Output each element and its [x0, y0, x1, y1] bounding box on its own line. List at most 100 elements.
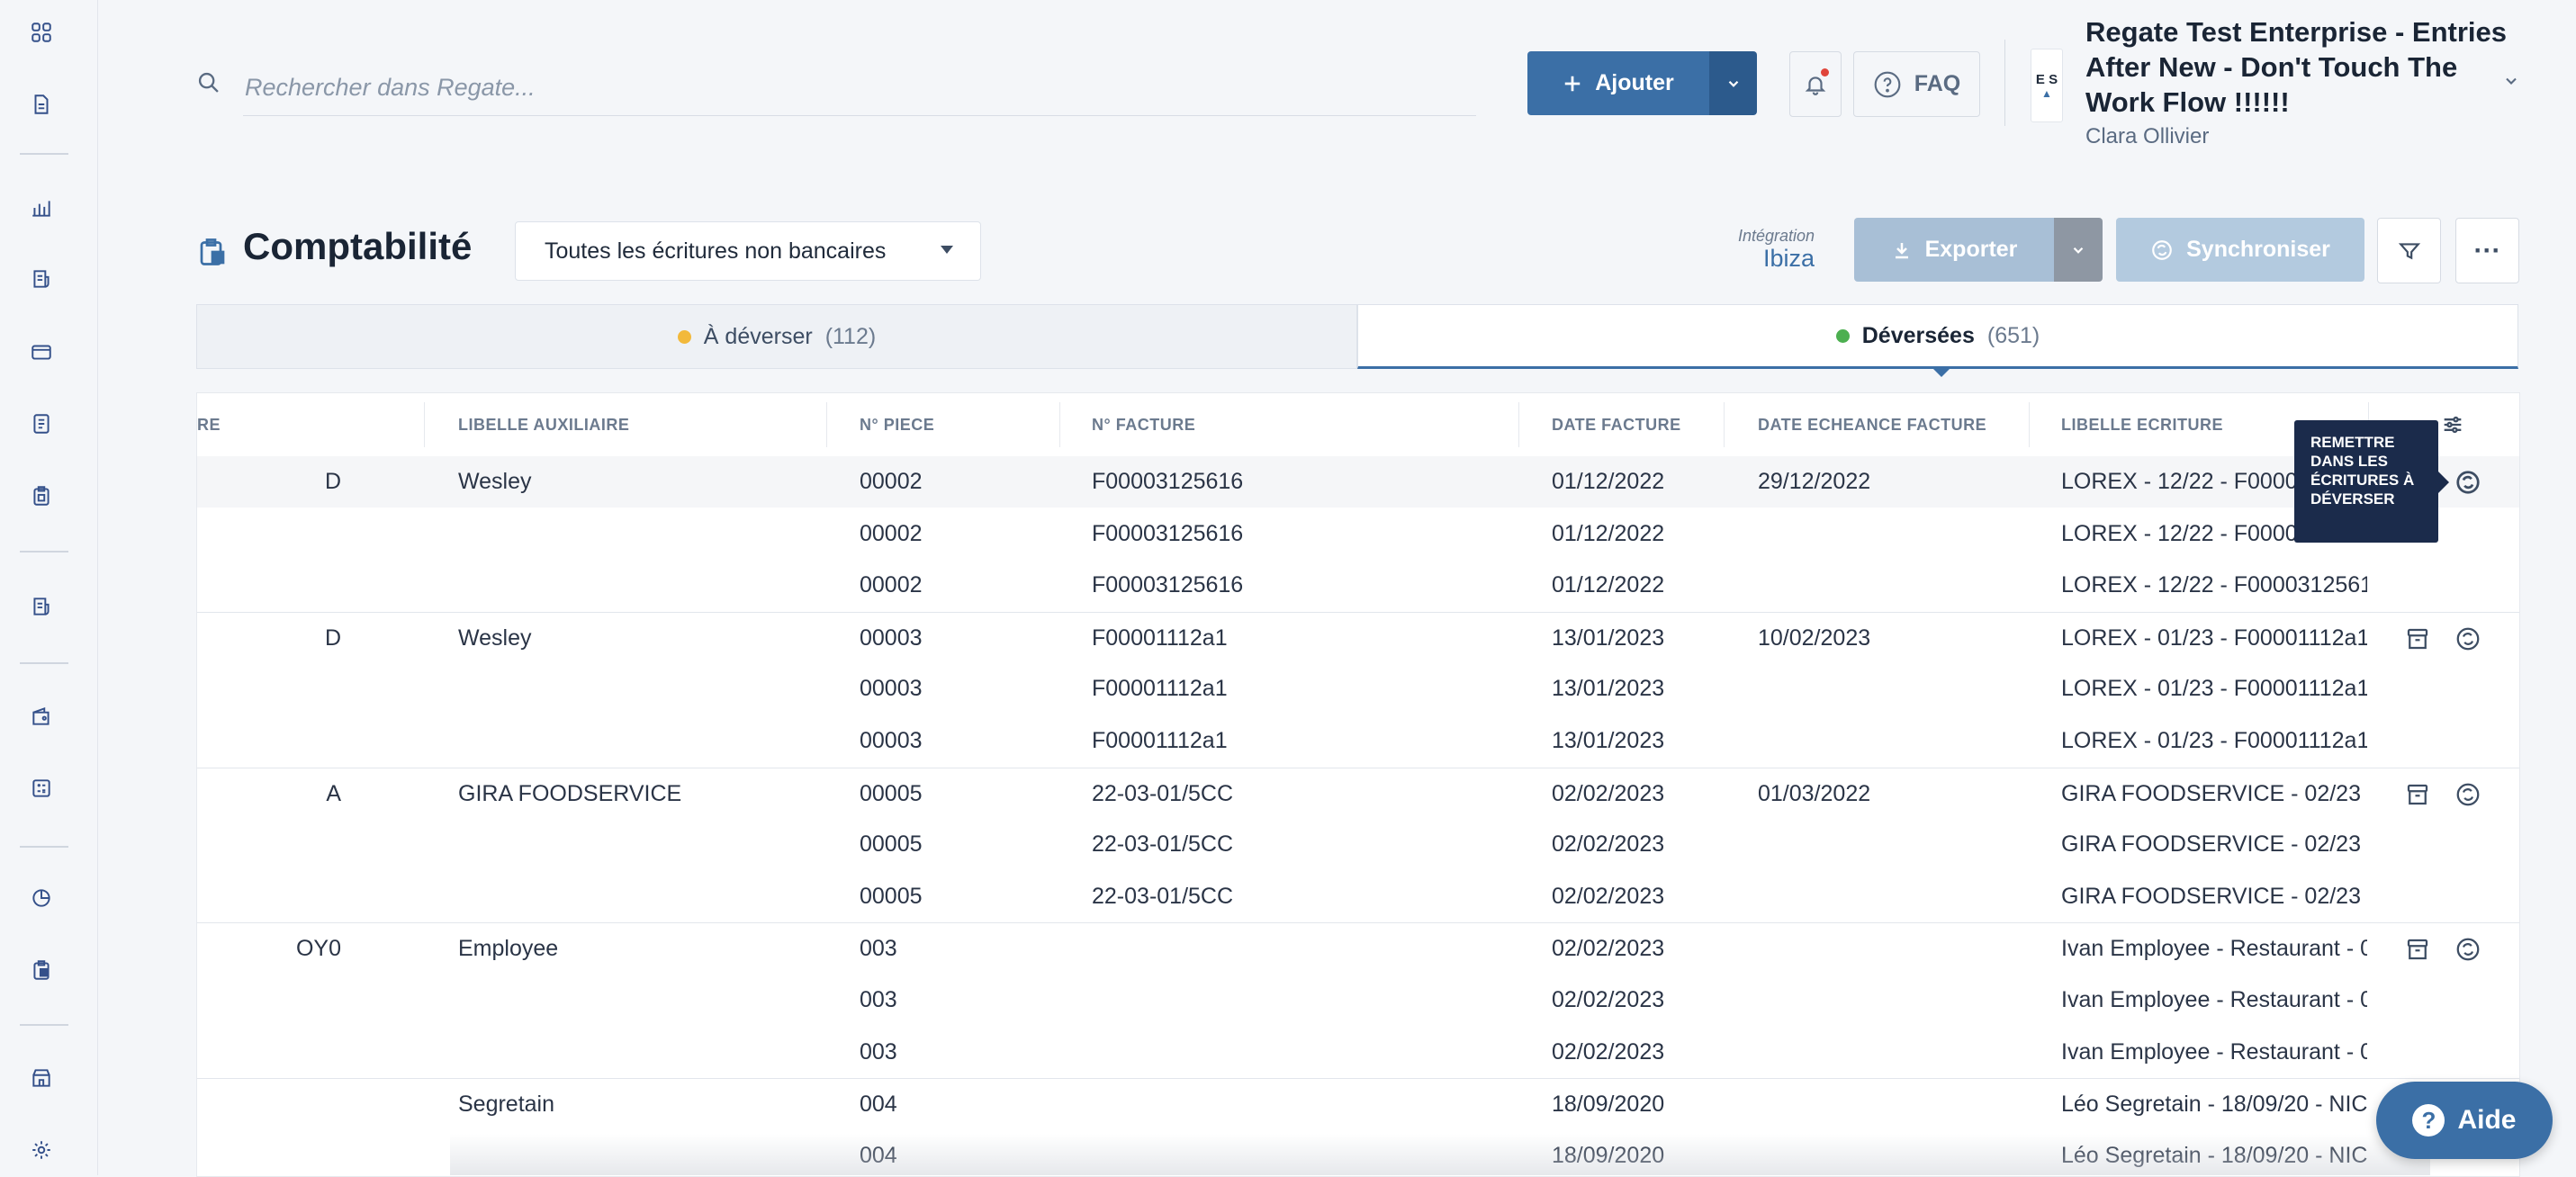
archive-icon[interactable] [2404, 936, 2431, 963]
undo-sync-icon[interactable] [2454, 936, 2481, 963]
status-dot-pending [677, 329, 691, 344]
column-header[interactable]: RE [197, 393, 314, 456]
cell-entry-label: GIRA FOODSERVICE - 02/23 - 22-03-01/5CC [2061, 883, 2367, 909]
undo-tooltip: Remettre dans les écritures à déverser [2294, 420, 2438, 543]
column-header[interactable]: N° FACTURE [1092, 393, 1195, 456]
cell-auxiliary-label [458, 508, 836, 560]
column-header[interactable]: N° PIECE [860, 393, 934, 456]
bar-chart-icon[interactable] [27, 193, 56, 222]
status-dot-done [1835, 328, 1850, 343]
tab-label: À déverser [703, 323, 813, 349]
cell-piece-number: 00003 [860, 624, 923, 651]
cell-invoice-number [1092, 1079, 1506, 1130]
cell-due-date [1758, 508, 2028, 560]
table-row[interactable]: 00005 22-03-01/5CC 02/02/2023 GIRA FOODSERV… [197, 871, 2519, 922]
logo-mark-icon: ▲ [2041, 86, 2052, 100]
cell-entry-label: LOREX - 01/23 - F00001112a1 [2061, 624, 2367, 651]
settings-icon[interactable] [27, 1136, 56, 1164]
cell-entry-label: LOREX - 01/23 - F00001112a1 [2061, 676, 2367, 702]
notifications-button[interactable] [1789, 51, 1842, 117]
cell-piece-number: 004 [860, 1092, 897, 1118]
active-tab-pointer [1933, 369, 1950, 377]
accounting-icon[interactable] [27, 481, 56, 510]
more-options-button[interactable]: ··· [2455, 218, 2519, 283]
page-title: Comptabilité [243, 225, 473, 267]
table-row[interactable]: 00002 F00003125616 01/12/2022 LOREX - 12/22… [197, 508, 2519, 560]
pie-chart-icon[interactable] [27, 884, 56, 912]
archive-icon[interactable] [2404, 625, 2431, 652]
archive-icon[interactable] [2404, 781, 2431, 808]
undo-sync-icon[interactable] [2454, 625, 2481, 652]
faq-button[interactable]: FAQ [1853, 51, 1980, 117]
cell-due-date [1758, 819, 2028, 870]
calculator-icon[interactable] [27, 774, 56, 803]
table-row[interactable]: 00002 F00003125616 01/12/2022 LOREX - 12/22… [197, 560, 2519, 611]
cell-due-date [1758, 1079, 2028, 1130]
table-row[interactable]: D Wesley 00003 F00001112a1 13/01/2023 10/02/2… [197, 611, 2519, 664]
tab-a-deverser[interactable]: À déverser (112) [196, 304, 1357, 369]
help-button[interactable]: ? Aide [2376, 1082, 2553, 1159]
cell-due-date [1758, 923, 2028, 975]
dashboard-icon[interactable] [27, 18, 56, 47]
column-header[interactable]: LIBELLE ECRITURE [2061, 393, 2223, 456]
tooltip-arrow [2438, 472, 2449, 493]
filter-select-value: Toutes les écritures non bancaires [545, 238, 887, 264]
table-row[interactable]: A GIRA FOODSERVICE 00005 22-03-01/5CC 02/02/… [197, 767, 2519, 820]
column-divider [1518, 402, 1519, 447]
document-icon[interactable] [27, 90, 56, 119]
sidebar-divider [20, 846, 68, 848]
cell-invoice-number [1092, 975, 1506, 1026]
search-input[interactable] [243, 59, 1476, 116]
column-header[interactable]: DATE ECHEANCE FACTURE [1758, 393, 1986, 456]
tab-deversees[interactable]: Déversées (651) [1357, 304, 2518, 369]
undo-sync-icon[interactable] [2454, 469, 2481, 496]
accounting-active-icon[interactable] [27, 956, 56, 984]
ledger-icon[interactable] [27, 409, 56, 438]
cell-invoice-number [1092, 923, 1506, 975]
add-dropdown-button[interactable] [1709, 51, 1757, 115]
sidebar-divider [20, 1024, 68, 1026]
cell-invoice-date: 01/12/2022 [1552, 572, 1665, 598]
cell-account [197, 1027, 341, 1078]
cell-piece-number: 00005 [860, 883, 923, 909]
sidebar [0, 0, 98, 1175]
cell-invoice-number: F00001112a1 [1092, 676, 1228, 702]
cell-auxiliary-label: Segretain [458, 1092, 555, 1118]
integration-value[interactable]: Ibiza [1710, 245, 1815, 273]
card-icon[interactable] [27, 337, 56, 366]
add-button[interactable]: Ajouter [1527, 51, 1709, 115]
column-divider [1724, 402, 1725, 447]
wallet-icon[interactable] [27, 702, 56, 731]
cell-auxiliary-label [458, 715, 836, 767]
company-name[interactable]: Regate Test Enterprise - Entries After N… [2085, 14, 2517, 120]
cell-due-date: 01/03/2022 [1758, 780, 1871, 806]
filter-button[interactable] [2377, 218, 2441, 283]
cell-due-date [1758, 1027, 2028, 1078]
column-header[interactable]: LIBELLE AUXILIAIRE [458, 393, 629, 456]
cell-auxiliary-label: Wesley [458, 469, 532, 494]
table-row[interactable]: 00005 22-03-01/5CC 02/02/2023 GIRA FOODSERV… [197, 819, 2519, 870]
invoice-icon[interactable] [27, 265, 56, 293]
table-row[interactable]: 003 02/02/2023 Ivan Employee - Restaurant … [197, 1027, 2519, 1078]
table-row[interactable]: OY0 Employee 003 02/02/2023 Ivan Employee - … [197, 922, 2519, 975]
table-row[interactable]: 003 02/02/2023 Ivan Employee - Restaurant … [197, 975, 2519, 1026]
undo-sync-icon[interactable] [2454, 781, 2481, 808]
column-header[interactable]: DATE FACTURE [1552, 393, 1681, 456]
synchronize-button[interactable]: Synchroniser [2116, 218, 2364, 282]
cell-piece-number: 00005 [860, 780, 923, 806]
cell-invoice-number: F00001112a1 [1092, 728, 1228, 753]
receipt-icon[interactable] [27, 592, 56, 621]
table-row[interactable]: D Wesley 00002 F00003125616 01/12/2022 29/12/… [197, 456, 2519, 508]
company-chevron-down-icon[interactable] [2502, 72, 2520, 90]
store-icon[interactable] [27, 1064, 56, 1092]
entries-filter-select[interactable]: Toutes les écritures non bancaires [515, 221, 981, 281]
table-row[interactable]: 00003 F00001112a1 13/01/2023 LOREX - 01/23 … [197, 663, 2519, 714]
sidebar-divider [20, 551, 68, 553]
table-row[interactable]: Segretain 004 18/09/2020 Léo Segretain - 18… [197, 1078, 2519, 1130]
column-settings-icon[interactable] [2440, 412, 2465, 437]
accounting-page-icon [200, 238, 225, 265]
export-button[interactable]: Exporter [1854, 218, 2054, 282]
export-dropdown-button[interactable] [2054, 218, 2103, 282]
cell-due-date [1758, 663, 2028, 714]
table-row[interactable]: 00003 F00001112a1 13/01/2023 LOREX - 01/23 … [197, 715, 2519, 767]
